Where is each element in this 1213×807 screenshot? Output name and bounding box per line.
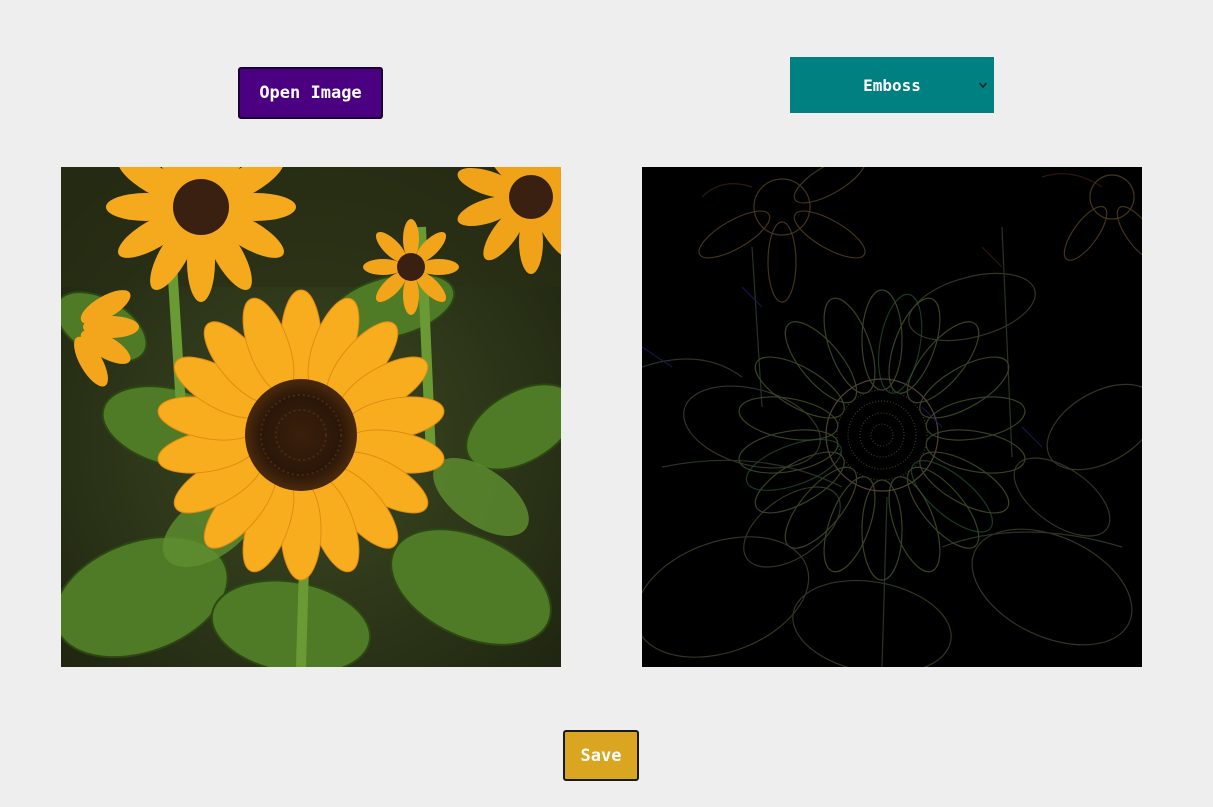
sunflower-photo (61, 167, 561, 667)
filter-select[interactable]: Emboss (790, 57, 994, 113)
chevron-down-icon (978, 82, 988, 89)
filtered-image (642, 167, 1142, 667)
save-button[interactable]: Save (563, 730, 639, 781)
filter-select-value: Emboss (863, 75, 921, 95)
original-image (61, 167, 561, 667)
open-image-button[interactable]: Open Image (238, 67, 383, 119)
sunflower-emboss-result (642, 167, 1142, 667)
app-stage: Open Image Emboss Save (0, 0, 1213, 807)
